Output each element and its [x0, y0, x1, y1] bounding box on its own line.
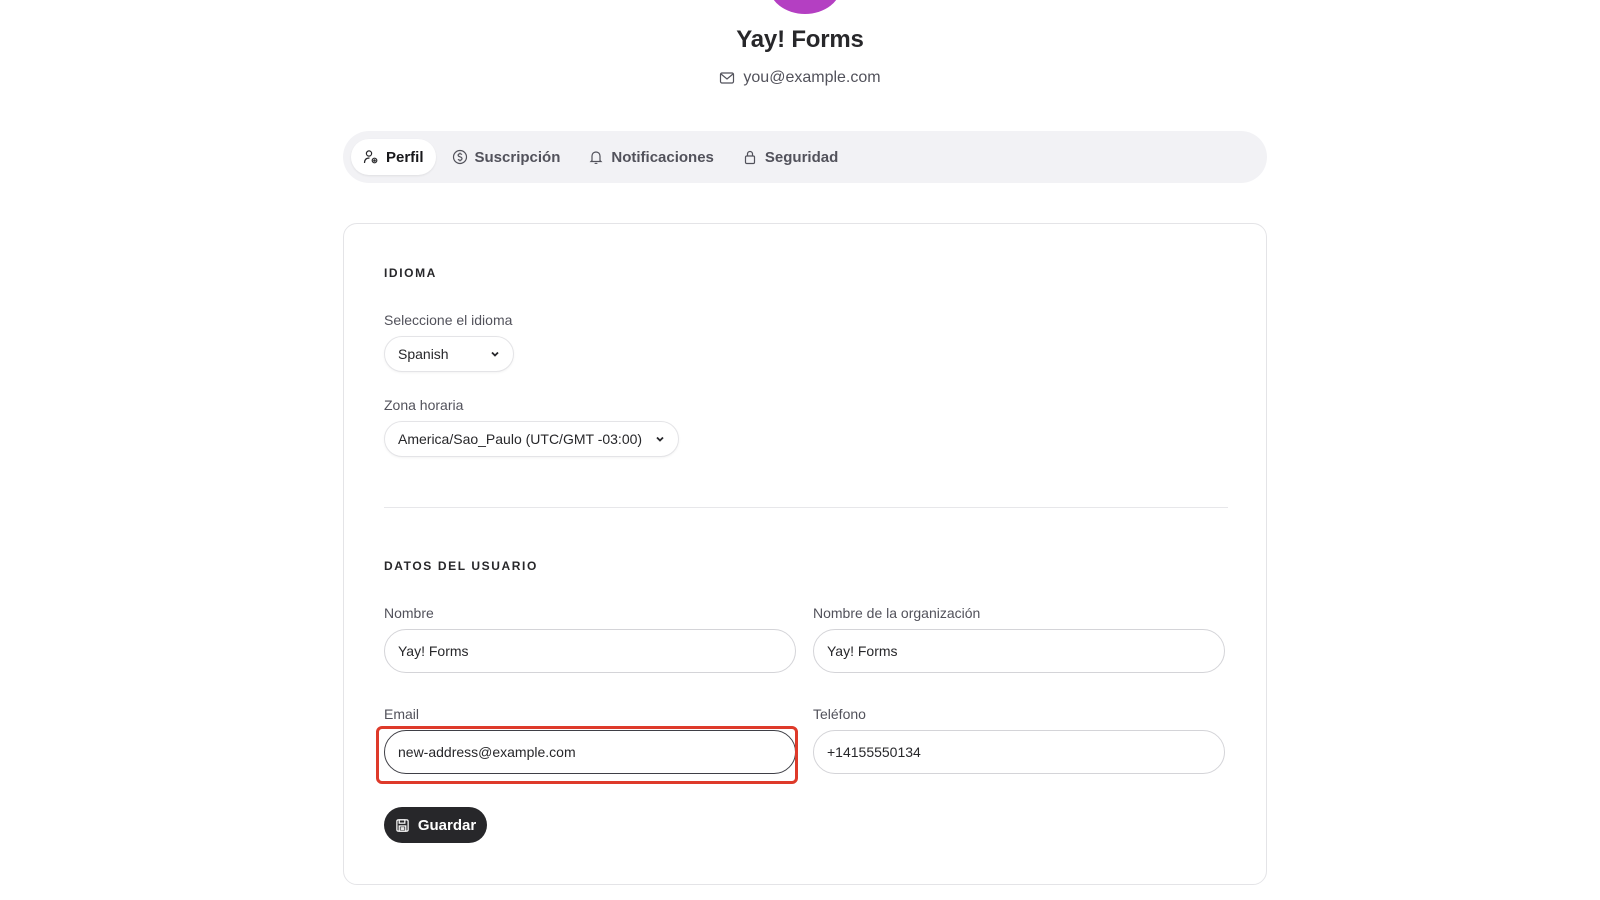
tab-label: Seguridad — [764, 148, 839, 166]
phone-label: Teléfono — [813, 706, 866, 722]
dollar-circle-icon — [452, 149, 467, 165]
user-section-title: DATOS DEL USUARIO — [384, 559, 538, 573]
chevron-down-icon — [491, 351, 499, 357]
language-select-value: Spanish — [398, 346, 449, 362]
settings-tabs: Perfil Suscripción Notificaciones Seguri… — [343, 131, 1267, 183]
name-input[interactable] — [384, 629, 796, 673]
org-name-input[interactable] — [813, 629, 1225, 673]
org-label: Nombre de la organización — [813, 605, 981, 621]
section-divider — [384, 507, 1228, 508]
language-label: Seleccione el idioma — [384, 312, 513, 328]
mail-icon — [720, 72, 735, 84]
tab-suscripcion[interactable]: Suscripción — [440, 139, 573, 175]
tab-notificaciones[interactable]: Notificaciones — [576, 139, 726, 175]
timezone-label: Zona horaria — [384, 397, 464, 413]
avatar — [769, 0, 841, 14]
tab-label: Suscripción — [474, 148, 561, 166]
profile-card: IDIOMA Seleccione el idioma Spanish Zona… — [343, 223, 1267, 885]
save-button[interactable]: Guardar — [384, 807, 487, 843]
tab-perfil[interactable]: Perfil — [351, 139, 436, 175]
tab-label: Notificaciones — [611, 148, 714, 166]
timezone-select[interactable]: America/Sao_Paulo (UTC/GMT -03:00) — [384, 421, 679, 457]
email-label: Email — [384, 706, 420, 722]
language-section-title: IDIOMA — [384, 266, 437, 280]
save-button-label: Guardar — [417, 816, 477, 834]
email-highlight-box — [376, 726, 798, 784]
chevron-down-icon — [656, 436, 664, 442]
account-email: you@example.com — [0, 69, 1600, 87]
floppy-disk-icon — [396, 818, 409, 832]
page-title: Yay! Forms — [736, 26, 864, 53]
language-select[interactable]: Spanish — [384, 336, 514, 372]
tab-seguridad[interactable]: Seguridad — [730, 139, 850, 175]
lock-icon — [744, 150, 756, 165]
account-settings-page: Yay! Forms you@example.com Perfil Suscri… — [0, 0, 1600, 900]
bell-icon — [589, 151, 603, 165]
timezone-select-value: America/Sao_Paulo (UTC/GMT -03:00) — [398, 431, 643, 447]
user-gear-icon — [363, 150, 378, 164]
tab-label: Perfil — [386, 148, 424, 166]
account-email-text: you@example.com — [743, 69, 881, 86]
name-label: Nombre — [384, 605, 434, 621]
phone-input[interactable] — [813, 730, 1225, 774]
